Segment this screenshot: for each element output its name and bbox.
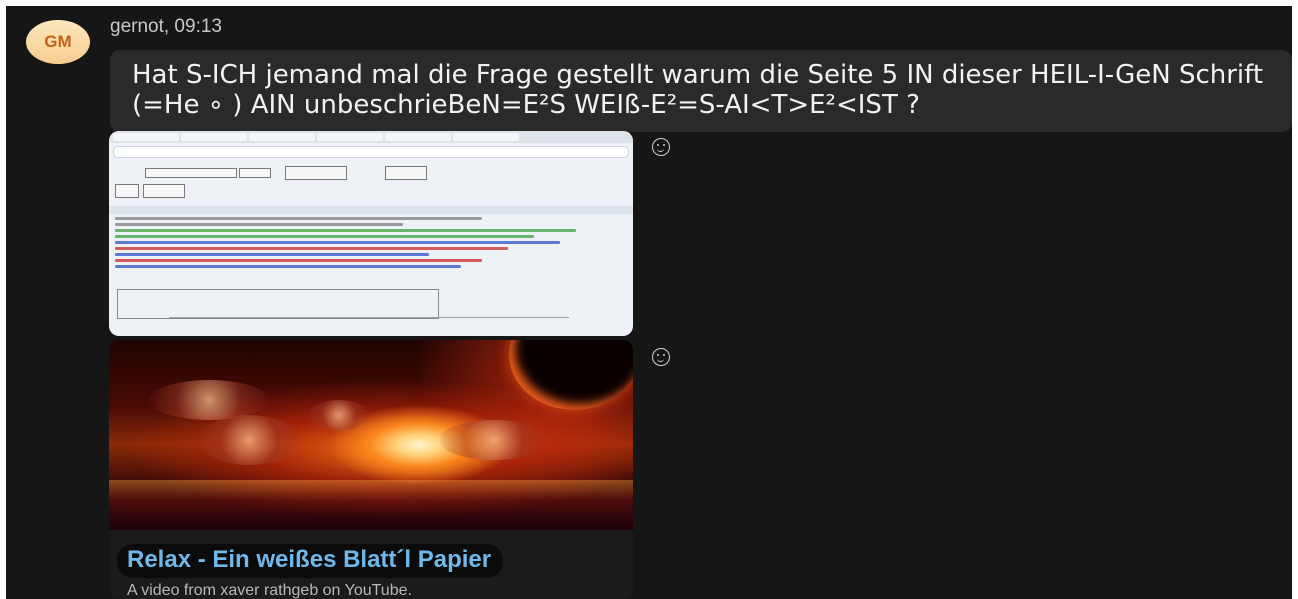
- page-footer: [169, 317, 569, 332]
- result-heading-bar: [109, 206, 633, 214]
- attached-screenshot[interactable]: [109, 131, 633, 336]
- add-reaction-icon-2[interactable]: [652, 348, 670, 366]
- browser-tab-strip: [109, 131, 633, 143]
- message-text: Hat S-ICH jemand mal die Frage gestellt …: [132, 60, 1264, 120]
- result-table: [117, 289, 439, 319]
- planet-silhouette: [509, 340, 633, 410]
- sea-reflection: [109, 480, 633, 530]
- link-preview[interactable]: Relax - Ein weißes Blatt´l Papier A vide…: [109, 340, 633, 599]
- link-title[interactable]: Relax - Ein weißes Blatt´l Papier: [117, 544, 504, 578]
- window-frame-right: [1292, 0, 1298, 599]
- browser-address-bar: [113, 146, 629, 158]
- link-description: A video from xaver rathgeb on YouTube.: [127, 582, 412, 599]
- chat-message: GM gernot, 09:13 Hat S-ICH jemand mal di…: [6, 6, 1292, 599]
- video-thumbnail[interactable]: [109, 340, 633, 530]
- message-bubble[interactable]: Hat S-ICH jemand mal die Frage gestellt …: [110, 50, 1292, 132]
- add-reaction-icon[interactable]: [652, 138, 670, 156]
- gematria-form: [115, 162, 627, 202]
- message-header: gernot, 09:13: [110, 16, 222, 37]
- avatar[interactable]: GM: [26, 20, 90, 64]
